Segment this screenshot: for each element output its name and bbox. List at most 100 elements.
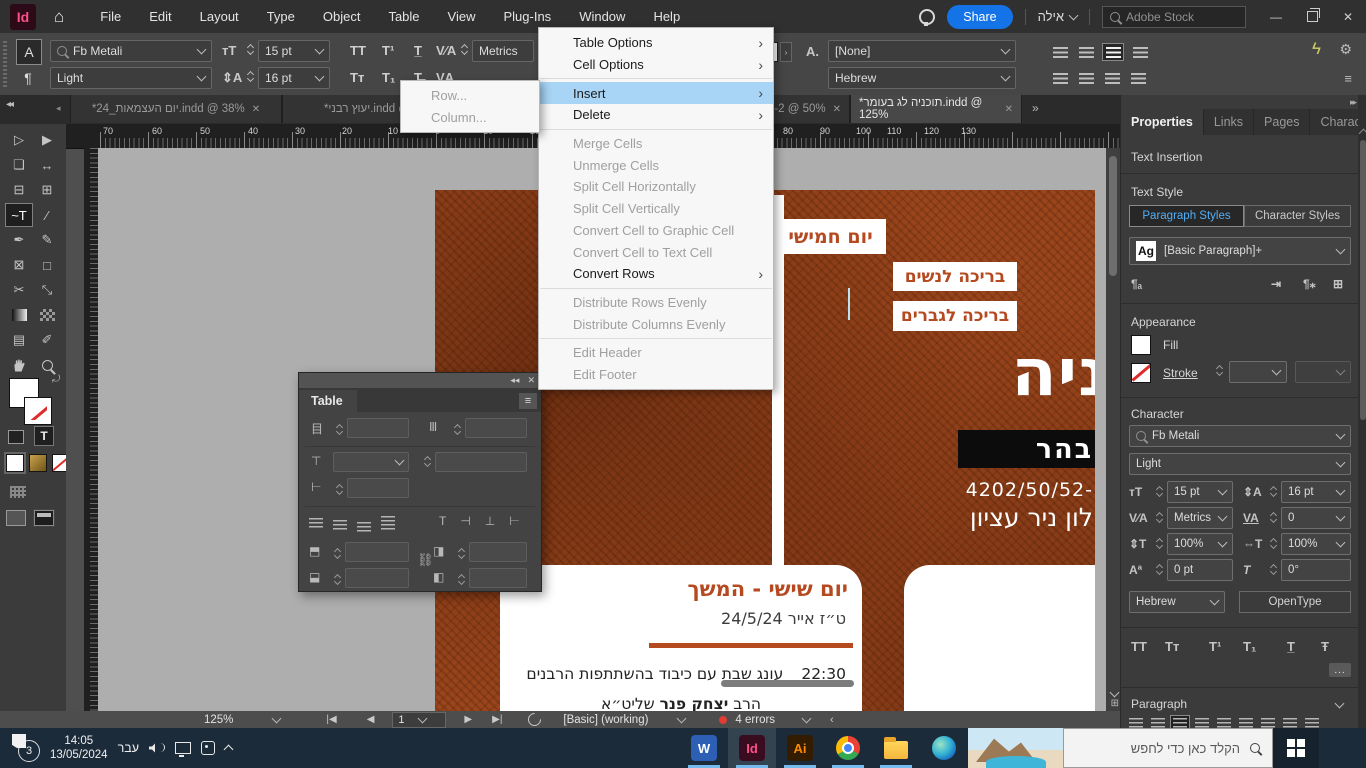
pen-tool[interactable]: ✒ <box>5 228 33 252</box>
align-center-icon[interactable] <box>333 520 347 530</box>
text-rotate-0-icon[interactable]: T <box>439 514 446 528</box>
tab-overflow-icon[interactable]: » <box>1032 101 1039 115</box>
subscript-button[interactable]: T₁ <box>1243 639 1256 654</box>
hand-tool[interactable] <box>5 353 33 377</box>
taskbar-search-input[interactable]: הקלד כאן כדי לחפש <box>1063 728 1273 768</box>
vertical-ruler[interactable] <box>84 148 99 711</box>
inset-top-field[interactable] <box>345 542 409 562</box>
share-button[interactable]: Share <box>947 4 1013 29</box>
gap-tool[interactable]: ↔ <box>33 153 61 177</box>
dock-kerning-combo[interactable]: Metrics <box>1167 507 1233 529</box>
stroke-weight-stepper[interactable] <box>1213 363 1225 377</box>
baseline-shift-stepper[interactable] <box>1153 562 1165 576</box>
home-icon[interactable]: ⌂ <box>54 7 64 27</box>
news-weather-widget[interactable] <box>968 728 1063 768</box>
character-styles-button[interactable]: Character Styles <box>1244 205 1351 227</box>
skew-stepper[interactable] <box>1267 562 1279 576</box>
rows-stepper[interactable] <box>333 422 345 436</box>
align-justify-icon[interactable] <box>381 516 395 530</box>
lightbulb-icon[interactable] <box>919 8 936 26</box>
close-tab-icon[interactable]: ✕ <box>833 104 841 115</box>
justify-last-left-button[interactable] <box>1102 70 1122 86</box>
align-left-button[interactable] <box>1050 44 1070 60</box>
text-rotate-270-icon[interactable]: ⊢ <box>509 514 519 528</box>
close-panel-icon[interactable]: ✕ <box>527 375 535 386</box>
dock-font-style-combo[interactable]: Light <box>1129 453 1351 475</box>
columns-stepper[interactable] <box>451 422 463 436</box>
indesign-logo-icon[interactable]: Id <box>10 3 36 30</box>
fill-swatch[interactable] <box>1131 335 1151 355</box>
black-banner-text[interactable]: ת בהר <box>958 430 1095 468</box>
inset-top-stepper[interactable] <box>331 546 343 560</box>
scroll-up-icon[interactable] <box>1358 128 1366 139</box>
onedrive-icon[interactable] <box>201 741 215 755</box>
workspace-dropdown-icon[interactable] <box>676 713 687 723</box>
more-options-button[interactable]: ... <box>1329 663 1351 677</box>
right-schedule-box[interactable]: שונים <box>904 565 1095 711</box>
small-caps-button[interactable]: Tᴛ <box>344 70 370 85</box>
day-label-box[interactable]: יום חמישי <box>775 219 886 254</box>
gradient-feather-tool[interactable] <box>33 303 61 327</box>
pool-men-label-box[interactable]: בריכה לגברים <box>893 301 1017 331</box>
font-family-combo[interactable]: Fb Metali <box>50 40 212 62</box>
formatting-affects-text-icon[interactable]: T <box>34 426 54 446</box>
apply-gradient-button[interactable] <box>29 454 47 472</box>
normal-view-button[interactable] <box>6 510 26 526</box>
submenu-item-column[interactable]: Column... <box>401 107 539 129</box>
opentype-button[interactable]: OpenType <box>1239 591 1351 613</box>
inset-bottom-stepper[interactable] <box>331 572 343 586</box>
content-placer-tool[interactable]: ⊞ <box>33 178 61 202</box>
menu-object[interactable]: Object <box>309 0 375 33</box>
event-date-text[interactable]: 4202/50/52- <box>966 479 1093 501</box>
taskbar-clock[interactable]: 14:05 13/05/2024 <box>50 734 108 763</box>
menu-edit[interactable]: Edit <box>135 0 185 33</box>
menu-item-edit-footer[interactable]: Edit Footer <box>539 364 773 386</box>
stroke-type-combo[interactable] <box>1295 361 1351 383</box>
language-indicator[interactable]: עבר <box>118 741 139 755</box>
content-collector-tool[interactable]: ⊟ <box>5 178 33 202</box>
tab-links[interactable]: Links <box>1203 109 1255 135</box>
kerning-stepper[interactable] <box>458 42 470 56</box>
menu-item-distribute-columns-evenly[interactable]: Distribute Columns Evenly <box>539 313 773 335</box>
menu-item-split-cell-horizontally[interactable]: Split Cell Horizontally <box>539 176 773 198</box>
scissors-tool[interactable]: ✂ <box>5 278 33 302</box>
frame-tool[interactable]: ⊠ <box>5 253 33 277</box>
baseline-shift-field[interactable]: 0 pt <box>1167 559 1233 581</box>
inset-left-stepper[interactable] <box>455 572 467 586</box>
menu-item-delete[interactable]: Delete › <box>539 104 773 126</box>
justify-button[interactable] <box>1130 44 1150 60</box>
all-caps-button[interactable]: TT <box>1131 639 1147 654</box>
panel-grip[interactable] <box>3 41 7 87</box>
panel-menu-icon[interactable]: ≡ <box>519 393 537 409</box>
network-icon[interactable] <box>175 742 191 757</box>
friday-schedule-box[interactable]: יום שישי - המשך ט״ז אייר 24/5/24 22:30 ע… <box>500 565 862 711</box>
style-override-icon[interactable]: ¶⁎ <box>1303 277 1316 291</box>
underline-button[interactable]: T̲ <box>1287 639 1295 654</box>
gradient-swatch-tool[interactable] <box>5 303 33 327</box>
menu-item-cell-options[interactable]: Cell Options › <box>539 54 773 76</box>
character-style-combo[interactable]: [None] <box>828 40 1016 62</box>
hotel-name-text[interactable]: לון ניר עציון <box>970 503 1093 532</box>
menu-item-merge-cells[interactable]: Merge Cells <box>539 133 773 155</box>
inset-right-field[interactable] <box>469 542 527 562</box>
all-caps-button[interactable]: TT <box>344 43 372 58</box>
user-account-menu[interactable]: אילה <box>1038 9 1079 24</box>
swap-fill-stroke-icon[interactable]: ⤾ <box>52 374 60 385</box>
paragraph-formatting-mode-button[interactable]: ¶ <box>16 66 40 90</box>
menu-view[interactable]: View <box>434 0 490 33</box>
dock-font-size-combo[interactable]: 15 pt <box>1167 481 1233 503</box>
align-away-spine-button[interactable] <box>1076 70 1096 86</box>
font-size-stepper[interactable] <box>244 42 256 56</box>
underline-button[interactable]: T̲ <box>408 43 428 58</box>
pool-women-label-box[interactable]: בריכה לנשים <box>893 262 1017 291</box>
justify-all-button[interactable] <box>1128 70 1148 86</box>
align-top-icon[interactable] <box>309 518 323 528</box>
paragraph-style-options-icon[interactable]: ¶ₐ <box>1131 277 1142 291</box>
page-number-field[interactable]: 1 <box>392 711 447 728</box>
error-count[interactable]: 4 errors <box>735 714 775 726</box>
menu-item-convert-to-graphic-cell[interactable]: Convert Cell to Graphic Cell <box>539 220 773 242</box>
inset-left-field[interactable] <box>469 568 527 588</box>
first-page-button[interactable]: |◀ <box>326 714 336 725</box>
restore-button[interactable] <box>1294 0 1330 33</box>
hidden-icons-chevron[interactable] <box>223 744 234 755</box>
